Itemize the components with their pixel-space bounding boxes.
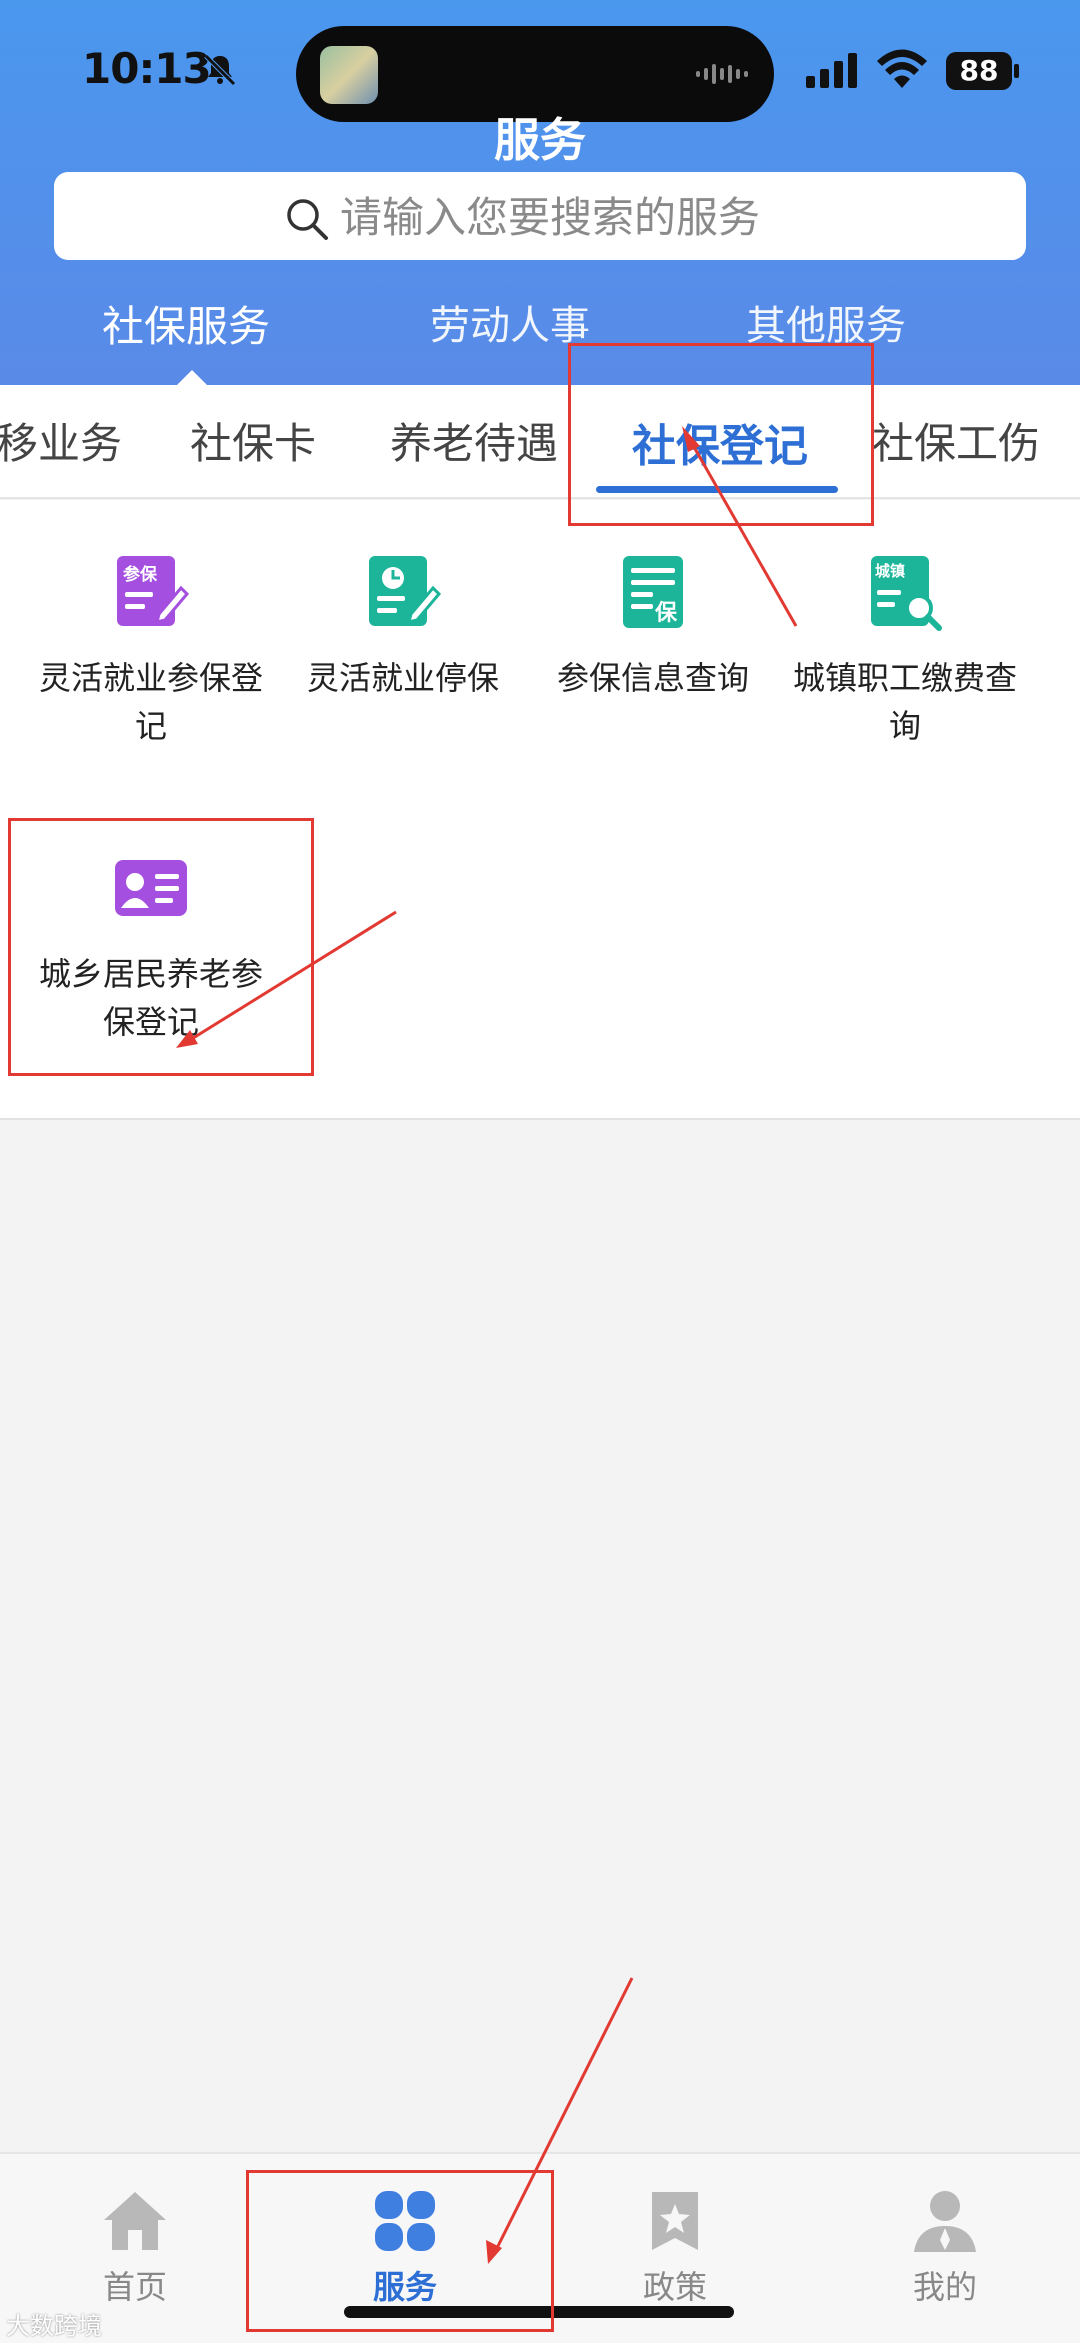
insurance-doc-icon: 保 (623, 556, 683, 628)
search-placeholder: 请输入您要搜索的服务 (340, 193, 761, 242)
bell-muted-icon (204, 54, 236, 86)
service-label: 参保信息查询 (556, 659, 749, 697)
nav-policy[interactable]: 政策 (575, 2188, 775, 2308)
nav-label: 政策 (642, 2268, 707, 2306)
search-icon (287, 199, 328, 240)
service-urban-payment-query[interactable]: 城镇 城镇职工缴费查询 (780, 552, 1030, 750)
service-label: 灵活就业参保登 (38, 659, 263, 697)
active-tab-indicator (176, 370, 208, 386)
home-icon (104, 2192, 166, 2250)
battery-icon: 88 (946, 52, 1012, 90)
subtab-pension[interactable]: 养老待遇 (390, 410, 558, 471)
subtab-transfer[interactable]: 移业务 (0, 410, 122, 471)
nav-label: 我的 (912, 2268, 977, 2306)
wifi-icon (877, 49, 927, 88)
annotation-box-service (8, 818, 314, 1076)
service-flexible-enroll[interactable]: 参保 灵活就业参保登记 (26, 552, 276, 750)
service-label-line2: 询 (888, 707, 921, 745)
policy-bookmark-icon (652, 2192, 698, 2250)
status-time: 10:13 (82, 44, 212, 93)
urban-search-icon: 城镇 (871, 556, 942, 631)
nav-profile[interactable]: 我的 (845, 2188, 1045, 2308)
svg-text:参保: 参保 (123, 564, 158, 585)
battery-tip (1014, 64, 1019, 78)
annotation-box-subtab (568, 343, 874, 526)
tab-social-insurance[interactable]: 社保服务 (102, 293, 270, 354)
nav-home[interactable]: 首页 (35, 2188, 235, 2308)
enroll-edit-icon: 参保 (117, 556, 190, 626)
subtab-work-injury[interactable]: 社保工伤 (872, 410, 1040, 471)
page-title: 服务 (494, 113, 586, 167)
profile-icon (914, 2191, 976, 2252)
service-flexible-stop[interactable]: 灵活就业停保 (278, 552, 528, 702)
signal-icon (806, 53, 857, 88)
service-insurance-query[interactable]: 保 参保信息查询 (528, 552, 778, 702)
watermark: 大数跨境 (6, 2312, 102, 2340)
audio-wave-icon (696, 64, 748, 84)
service-label: 城镇职工缴费查 (792, 659, 1017, 697)
annotation-box-nav (246, 2170, 554, 2332)
service-label-line2: 记 (134, 707, 167, 745)
island-app-thumbnail[interactable] (320, 46, 378, 104)
subtab-social-card[interactable]: 社保卡 (190, 410, 316, 471)
pause-edit-icon (369, 556, 442, 626)
nav-label: 首页 (102, 2268, 167, 2306)
tab-labor-personnel[interactable]: 劳动人事 (430, 293, 590, 351)
service-label: 灵活就业停保 (306, 659, 499, 697)
svg-text:城镇: 城镇 (875, 562, 905, 580)
svg-text:保: 保 (654, 601, 678, 626)
